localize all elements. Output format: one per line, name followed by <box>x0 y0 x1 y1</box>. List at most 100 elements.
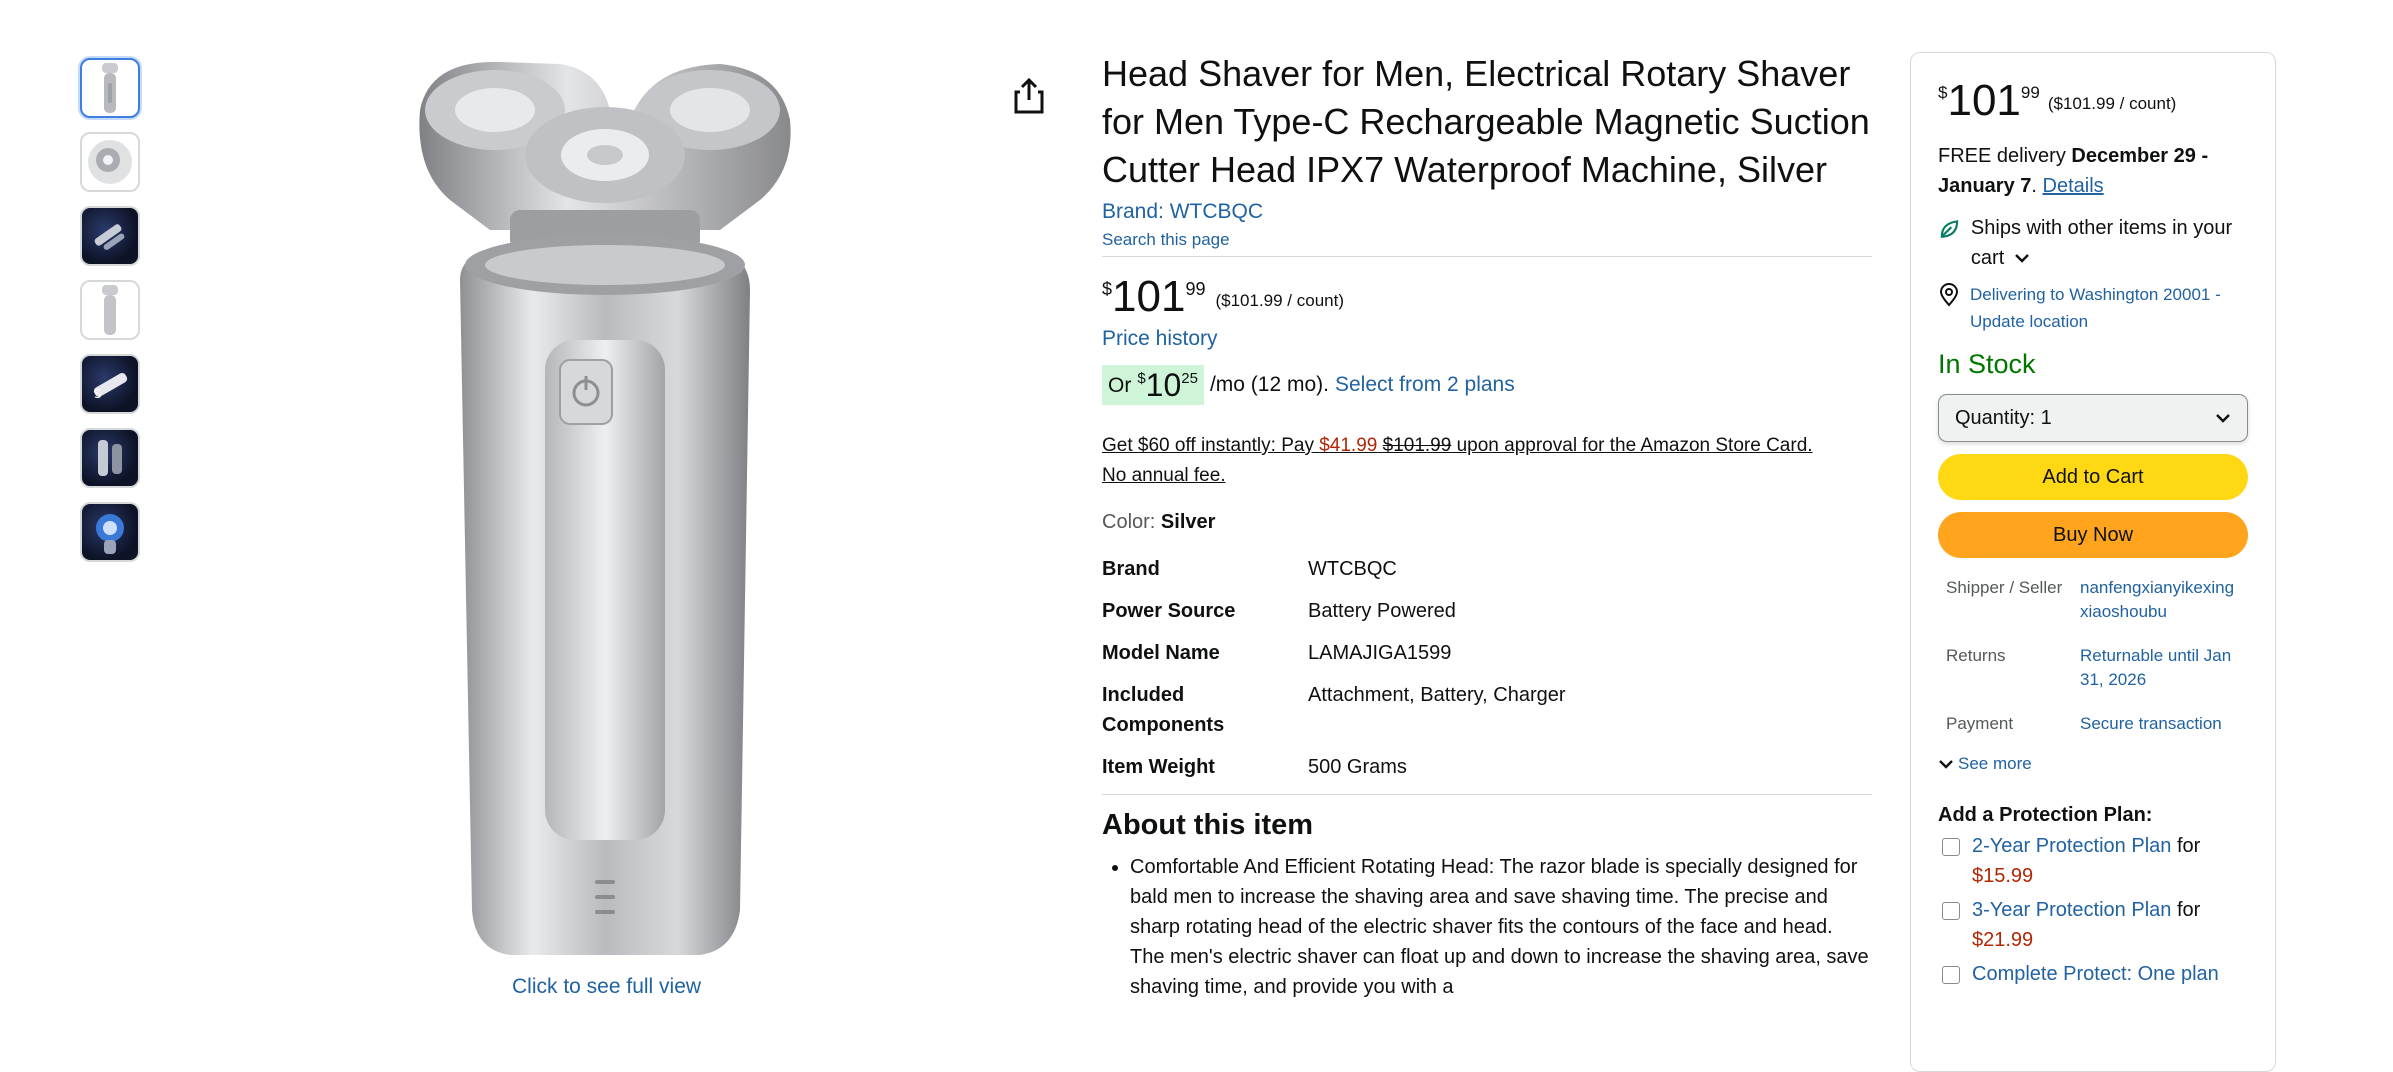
shaver-head-thumb-icon <box>88 140 132 184</box>
divider <box>1102 794 1872 795</box>
price-currency: $ <box>1102 279 1113 299</box>
installment-suffix: /mo (12 mo). <box>1209 373 1329 396</box>
thumbnail-4[interactable] <box>80 280 140 340</box>
protection-plan-link[interactable]: 3-Year Protection Plan <box>1972 899 2171 921</box>
installment-whole: 10 <box>1145 367 1182 403</box>
chevron-down-icon <box>2216 414 2230 423</box>
thumbnail-2[interactable] <box>80 132 140 192</box>
thumbnail-1[interactable] <box>80 58 140 118</box>
protection-price: $21.99 <box>1972 929 2034 951</box>
buybox-price-fraction: 99 <box>2020 83 2040 102</box>
seller-info: Shipper / Seller nanfengxianyikexingxiao… <box>1938 576 2258 736</box>
protection-option: Complete Protect: One plan <box>1938 959 2258 989</box>
price: $ 101 99 ($101.99 / count) <box>1102 273 1872 321</box>
protection-for: for <box>2176 835 2201 857</box>
protection-option: 2-Year Protection Plan for $15.99 <box>1938 831 2258 891</box>
list-item: Comfortable And Efficient Rotating Head:… <box>1130 852 1872 1002</box>
shaver-hand-thumb-icon <box>98 440 122 476</box>
spec-row: Item Weight 500 Grams <box>1102 746 1566 788</box>
protection-plan-link[interactable]: Complete Protect: One plan <box>1972 959 2219 989</box>
spec-row: Model Name LAMAJIGA1599 <box>1102 632 1566 674</box>
shaver-dark-thumb-icon: S <box>93 373 128 401</box>
installment-prefix: Or <box>1108 374 1132 397</box>
info-key: Payment <box>1946 714 2014 733</box>
info-row: Returns Returnable until Jan 31, 2026 <box>1938 644 2258 692</box>
thumbnail-3[interactable] <box>80 206 140 266</box>
installment-currency: $ <box>1137 370 1146 387</box>
product-details: Head Shaver for Men, Electrical Rotary S… <box>1102 50 1872 1002</box>
buybox-price-per-unit: ($101.99 / count) <box>2047 94 2177 113</box>
shaver-front-thumb-icon <box>102 285 118 335</box>
brand-link[interactable]: Brand: WTCBQC <box>1102 200 1872 224</box>
chevron-down-icon <box>1939 760 1953 769</box>
protection-checkbox[interactable] <box>1942 838 1960 856</box>
promo-pay-price: $41.99 <box>1319 435 1378 456</box>
spec-value: LAMAJIGA1599 <box>1308 642 1452 664</box>
installment-badge: Or $ 10 25 <box>1102 365 1204 405</box>
delivery-info: FREE delivery December 29 - January 7. D… <box>1938 141 2258 201</box>
product-main-image[interactable] <box>400 50 820 970</box>
delivery-dot: . <box>2031 175 2043 197</box>
price-per-unit: ($101.99 / count) <box>1215 291 1344 310</box>
quantity-value: 1 <box>2040 406 2052 429</box>
divider <box>1102 256 1872 257</box>
spec-value: 500 Grams <box>1308 756 1407 778</box>
buy-now-button[interactable]: Buy Now <box>1938 512 2248 558</box>
buybox-price-currency: $ <box>1938 83 1948 102</box>
location-pin-icon <box>1939 283 1959 307</box>
protection-checkbox[interactable] <box>1942 902 1960 920</box>
quantity-select[interactable]: Quantity: 1 <box>1938 394 2248 442</box>
store-card-promo[interactable]: Get $60 off instantly: Pay $41.99 $101.9… <box>1102 431 1872 491</box>
see-more-link[interactable]: See more <box>1938 754 2258 774</box>
info-row: Shipper / Seller nanfengxianyikexingxiao… <box>1938 576 2258 624</box>
thumbnail-5[interactable]: S <box>80 354 140 414</box>
search-this-page-link[interactable]: Search this page <box>1102 230 1872 250</box>
see-full-view-link[interactable]: Click to see full view <box>512 975 701 999</box>
info-key: Shipper / Seller <box>1946 578 2063 597</box>
thumbnail-6[interactable] <box>80 428 140 488</box>
installment-row: Or $ 10 25 /mo (12 mo). Select from 2 pl… <box>1102 365 1872 405</box>
color-selection: Color: Silver <box>1102 511 1872 534</box>
price-history-link[interactable]: Price history <box>1102 327 1872 351</box>
share-icon[interactable] <box>1012 76 1046 116</box>
spec-row: Brand WTCBQC <box>1102 548 1566 590</box>
returns-link[interactable]: Returnable until Jan 31, 2026 <box>2080 644 2240 692</box>
seller-link[interactable]: nanfengxianyikexingxiaoshoubu <box>2080 576 2240 624</box>
buy-box: $ 101 99 ($101.99 / count) FREE delivery… <box>1910 52 2276 1072</box>
promo-was-price: $101.99 <box>1382 435 1452 456</box>
protection-plan-link[interactable]: 2-Year Protection Plan <box>1972 835 2171 857</box>
protection-for: for <box>2176 899 2201 921</box>
buybox-price-whole: 101 <box>1947 76 2021 125</box>
blades-dark-thumb-icon <box>94 224 125 250</box>
spec-value: WTCBQC <box>1308 558 1397 580</box>
leaf-icon <box>1940 220 1959 238</box>
payment-link[interactable]: Secure transaction <box>2080 712 2240 736</box>
svg-text:S: S <box>94 387 102 401</box>
promo-text-2: upon approval for the Amazon Store Card. <box>1451 435 1813 456</box>
about-bullets: Comfortable And Efficient Rotating Head:… <box>1102 852 1872 1002</box>
location-text: Delivering to Washington 20001 - Update … <box>1970 285 2221 331</box>
thumbnail-7[interactable] <box>80 502 140 562</box>
add-to-cart-button[interactable]: Add to Cart <box>1938 454 2248 500</box>
promo-no-fee: No annual fee. <box>1102 465 1226 486</box>
quantity-label: Quantity: <box>1955 406 2036 429</box>
thumbnail-strip: S <box>80 58 144 576</box>
stock-status: In Stock <box>1938 349 2036 379</box>
about-heading: About this item <box>1102 809 1314 841</box>
spec-key: Item Weight <box>1102 756 1215 778</box>
spec-value: Battery Powered <box>1308 600 1456 622</box>
spec-row: Power Source Battery Powered <box>1102 590 1566 632</box>
delivery-details-link[interactable]: Details <box>2043 175 2104 197</box>
spec-key: Included Components <box>1102 684 1225 736</box>
spec-key: Model Name <box>1102 642 1220 664</box>
ships-with-cart[interactable]: Ships with other items in your cart <box>1938 213 2258 273</box>
price-whole: 101 <box>1112 272 1186 321</box>
spec-value: Attachment, Battery, Charger <box>1308 684 1566 706</box>
protection-checkbox[interactable] <box>1942 966 1960 984</box>
shaver-silver-thumb-icon <box>102 63 118 113</box>
select-plans-link[interactable]: Select from 2 plans <box>1335 373 1515 397</box>
product-title: Head Shaver for Men, Electrical Rotary S… <box>1102 53 1870 190</box>
installment-fraction: 25 <box>1181 370 1198 387</box>
delivery-location[interactable]: Delivering to Washington 20001 - Update … <box>1938 281 2258 335</box>
protection-option: 3-Year Protection Plan for $21.99 <box>1938 895 2258 955</box>
